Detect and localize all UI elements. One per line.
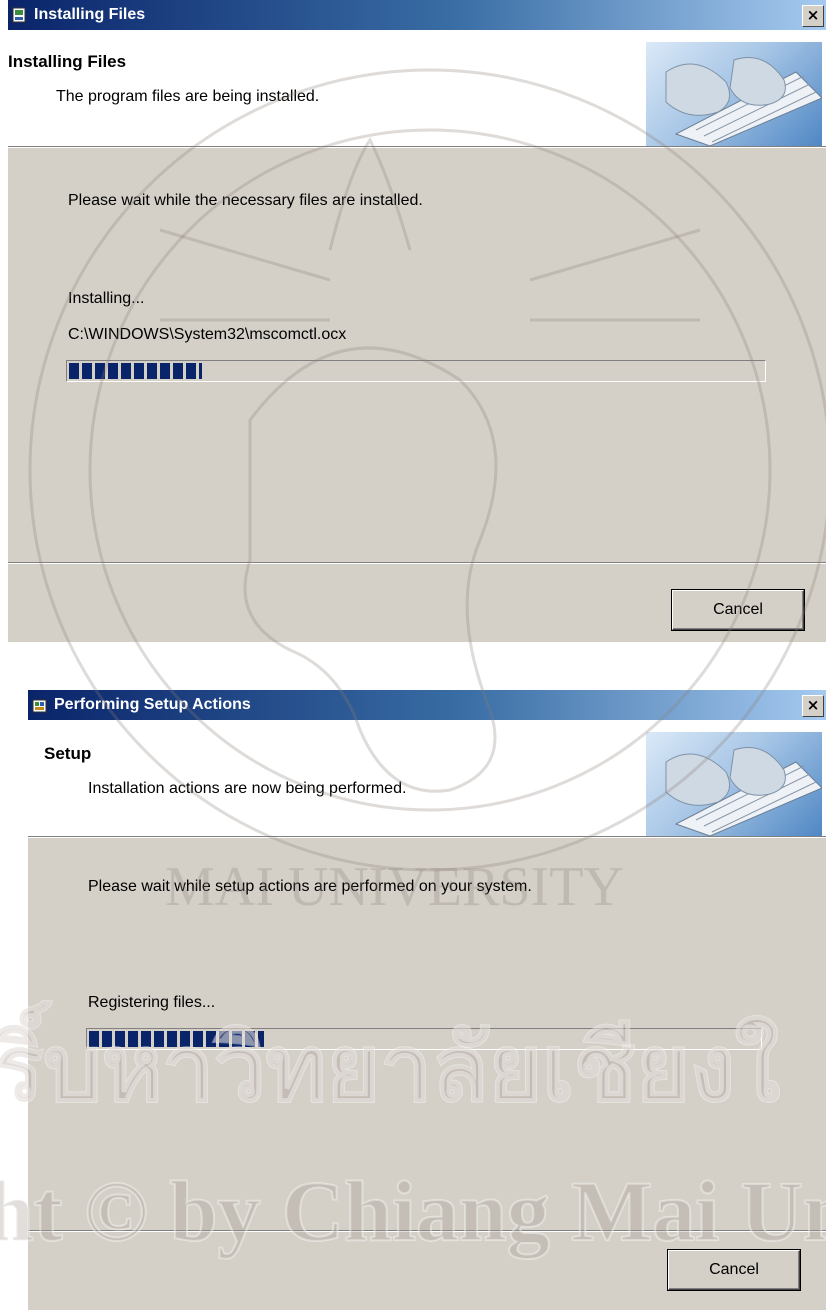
header-subtitle: The program files are being installed. (56, 88, 320, 105)
close-button[interactable]: × (802, 5, 824, 27)
title-bar[interactable]: Performing Setup Actions × (28, 690, 826, 720)
cancel-button[interactable]: Cancel (668, 1250, 800, 1290)
header-title: Installing Files (8, 52, 127, 71)
window-title: Performing Setup Actions (54, 696, 251, 713)
installing-files-dialog: Installing Files × Installing Files The … (8, 0, 826, 642)
title-bar[interactable]: Installing Files × (8, 0, 826, 30)
current-file-path: C:\WINDOWS\System32\mscomctl.ocx (68, 326, 347, 343)
keyboard-hands-image (646, 732, 822, 836)
header-subtitle: Installation actions are now being perfo… (88, 780, 407, 797)
keyboard-hands-image (646, 42, 822, 146)
status-label: Registering files... (88, 994, 216, 1011)
performing-setup-actions-dialog: Performing Setup Actions × Setup Install… (28, 690, 826, 1310)
setup-icon (32, 696, 48, 714)
header-title: Setup (44, 744, 92, 763)
window-title: Installing Files (34, 6, 146, 23)
cancel-button[interactable]: Cancel (672, 590, 804, 630)
footer-separator (28, 1230, 826, 1232)
progress-bar (86, 1028, 762, 1050)
installer-icon (12, 6, 28, 24)
header-panel: Installing Files The program files are b… (8, 30, 826, 148)
progress-fill (69, 363, 202, 379)
wait-message: Please wait while setup actions are perf… (88, 878, 532, 895)
close-button[interactable]: × (802, 695, 824, 717)
wait-message: Please wait while the necessary files ar… (68, 192, 423, 209)
progress-fill (89, 1031, 265, 1047)
progress-bar (66, 360, 766, 382)
status-label: Installing... (68, 290, 145, 307)
header-panel: Setup Installation actions are now being… (28, 720, 826, 838)
footer-separator (8, 562, 826, 564)
